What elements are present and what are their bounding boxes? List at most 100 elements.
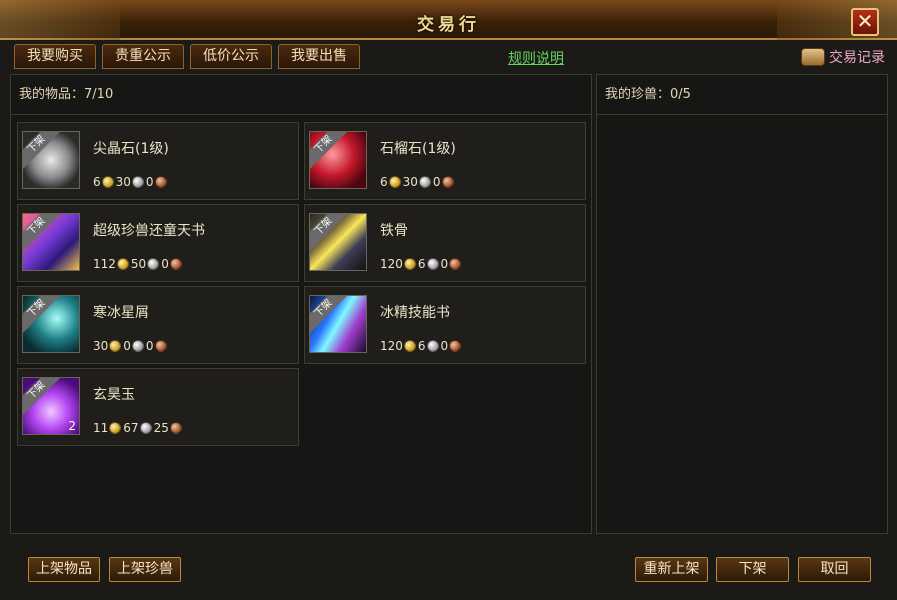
copper-amount: 0 bbox=[145, 339, 154, 353]
frost-stardust-icon: 下架 bbox=[22, 295, 80, 353]
tab-sell[interactable]: 我要出售 bbox=[278, 44, 360, 69]
copper-coin-icon bbox=[154, 176, 167, 188]
copper-amount: 25 bbox=[153, 421, 169, 435]
item-name: 玄昊玉 bbox=[93, 387, 135, 403]
item-price: 11 67 25 bbox=[93, 421, 184, 435]
item-card[interactable]: 下架 2 玄昊玉 11 67 25 bbox=[17, 368, 299, 446]
rules-link[interactable]: 规则说明 bbox=[508, 48, 564, 68]
item-name: 寒冰星屑 bbox=[93, 305, 149, 321]
scroll-icon bbox=[801, 48, 825, 66]
my-items-count: 7/10 bbox=[84, 87, 114, 102]
copper-amount: 0 bbox=[161, 257, 169, 271]
silver-coin-icon bbox=[131, 340, 144, 352]
item-price: 120 6 0 bbox=[380, 257, 463, 271]
delist-badge: 下架 bbox=[23, 296, 62, 334]
item-card[interactable]: 下架 铁骨 120 6 0 bbox=[304, 204, 586, 282]
delist-badge: 下架 bbox=[310, 132, 349, 170]
silver-coin-icon bbox=[426, 340, 439, 352]
silver-amount: 30 bbox=[402, 175, 418, 189]
delist-badge: 下架 bbox=[310, 214, 349, 252]
silver-coin-icon bbox=[418, 176, 431, 188]
gold-amount: 120 bbox=[380, 339, 403, 353]
pet-rejuvenation-book-icon: 下架 bbox=[22, 213, 80, 271]
copper-coin-icon bbox=[441, 176, 454, 188]
gold-coin-icon bbox=[403, 340, 416, 352]
item-card[interactable]: 下架 冰精技能书 120 6 0 bbox=[304, 286, 586, 364]
item-card[interactable]: 下架 寒冰星屑 30 0 0 bbox=[17, 286, 299, 364]
delist-badge: 下架 bbox=[23, 132, 62, 170]
item-name: 尖晶石(1级) bbox=[93, 141, 169, 157]
my-pets-label: 我的珍兽： bbox=[605, 87, 671, 102]
iron-bone-icon: 下架 bbox=[309, 213, 367, 271]
gold-amount: 11 bbox=[93, 421, 109, 435]
item-price: 120 6 0 bbox=[380, 339, 463, 353]
item-name: 石榴石(1级) bbox=[380, 141, 456, 157]
item-price: 6 30 0 bbox=[380, 175, 456, 189]
silver-amount: 67 bbox=[123, 421, 139, 435]
trade-record-button[interactable]: 交易记录 bbox=[801, 45, 885, 69]
silver-amount: 6 bbox=[417, 257, 426, 271]
tab-buy[interactable]: 我要购买 bbox=[14, 44, 96, 69]
stack-count: 2 bbox=[68, 419, 76, 433]
item-card[interactable]: 下架 超级珍兽还童天书 112 50 0 bbox=[17, 204, 299, 282]
garnet-gem-icon: 下架 bbox=[309, 131, 367, 189]
silver-coin-icon bbox=[131, 176, 144, 188]
item-name: 超级珍兽还童天书 bbox=[93, 223, 205, 239]
tab-valuable-notice[interactable]: 贵重公示 bbox=[102, 44, 184, 69]
gold-coin-icon bbox=[403, 258, 416, 270]
delist-button[interactable]: 下架 bbox=[716, 557, 789, 582]
item-card[interactable]: 下架 尖晶石(1级) 6 30 0 bbox=[17, 122, 299, 200]
item-card[interactable]: 下架 石榴石(1级) 6 30 0 bbox=[304, 122, 586, 200]
my-pets-count: 0/5 bbox=[670, 87, 691, 102]
ice-skill-book-icon: 下架 bbox=[309, 295, 367, 353]
list-item-button[interactable]: 上架物品 bbox=[28, 557, 100, 582]
copper-amount: 0 bbox=[145, 175, 154, 189]
close-button[interactable]: ✕ bbox=[851, 8, 879, 36]
copper-coin-icon bbox=[449, 258, 462, 270]
copper-coin-icon bbox=[169, 258, 182, 270]
silver-coin-icon bbox=[426, 258, 439, 270]
gold-amount: 30 bbox=[93, 339, 109, 353]
list-pet-button[interactable]: 上架珍兽 bbox=[109, 557, 181, 582]
gold-amount: 120 bbox=[380, 257, 403, 271]
silver-amount: 50 bbox=[130, 257, 147, 271]
item-price: 6 30 0 bbox=[93, 175, 169, 189]
item-name: 铁骨 bbox=[380, 223, 408, 239]
silver-amount: 30 bbox=[115, 175, 131, 189]
silver-amount: 0 bbox=[123, 339, 131, 353]
item-name: 冰精技能书 bbox=[380, 305, 450, 321]
my-pets-panel: 我的珍兽：0/5 bbox=[596, 74, 888, 534]
item-price: 112 50 0 bbox=[93, 257, 184, 271]
item-price: 30 0 0 bbox=[93, 339, 169, 353]
copper-coin-icon bbox=[154, 340, 167, 352]
trade-record-label: 交易记录 bbox=[829, 50, 885, 66]
copper-amount: 0 bbox=[440, 257, 449, 271]
copper-amount: 0 bbox=[432, 175, 441, 189]
delist-badge: 下架 bbox=[23, 378, 62, 416]
spinel-gem-icon: 下架 bbox=[22, 131, 80, 189]
relist-button[interactable]: 重新上架 bbox=[635, 557, 708, 582]
gold-coin-icon bbox=[101, 176, 114, 188]
silver-amount: 6 bbox=[417, 339, 426, 353]
tab-low-price-notice[interactable]: 低价公示 bbox=[190, 44, 272, 69]
gold-coin-icon bbox=[116, 258, 129, 270]
title-bar: 交易行 ✕ bbox=[0, 0, 897, 40]
gold-amount: 6 bbox=[380, 175, 388, 189]
silver-coin-icon bbox=[147, 258, 160, 270]
window-title: 交易行 bbox=[417, 15, 480, 35]
my-items-label: 我的物品： bbox=[19, 87, 85, 102]
xuanhao-jade-icon: 下架 2 bbox=[22, 377, 80, 435]
delist-badge: 下架 bbox=[310, 296, 349, 334]
gold-coin-icon bbox=[109, 340, 122, 352]
gold-amount: 112 bbox=[93, 257, 116, 271]
silver-coin-icon bbox=[139, 422, 152, 434]
copper-coin-icon bbox=[169, 422, 182, 434]
retrieve-button[interactable]: 取回 bbox=[798, 557, 871, 582]
gold-coin-icon bbox=[388, 176, 401, 188]
copper-coin-icon bbox=[449, 340, 462, 352]
gold-amount: 6 bbox=[93, 175, 101, 189]
gold-coin-icon bbox=[109, 422, 122, 434]
tab-row: 我要购买 贵重公示 低价公示 我要出售 bbox=[14, 44, 360, 70]
delist-badge: 下架 bbox=[23, 214, 62, 252]
my-pets-header: 我的珍兽：0/5 bbox=[597, 75, 887, 115]
